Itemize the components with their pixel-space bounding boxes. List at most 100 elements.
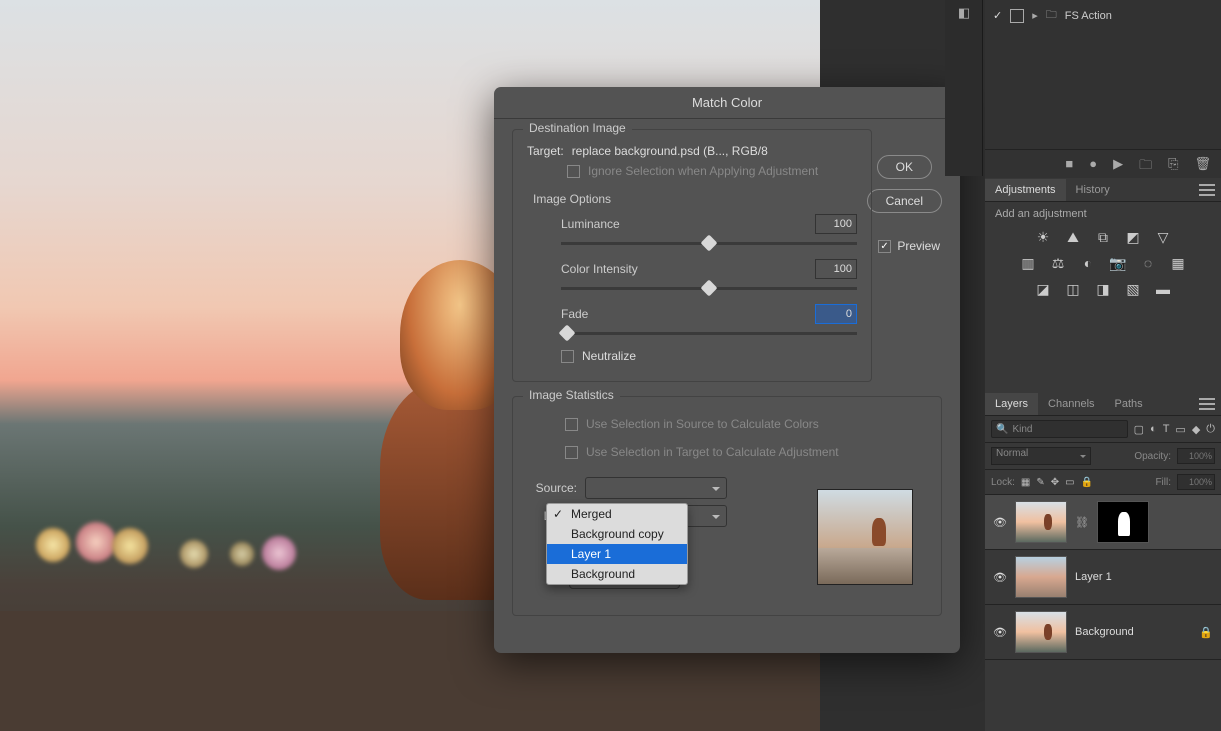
source-dropdown[interactable]	[585, 477, 727, 499]
tab-layers[interactable]: Layers	[985, 393, 1038, 415]
intensity-label: Color Intensity	[561, 262, 651, 276]
filter-type-icon[interactable]: T	[1163, 423, 1170, 436]
target-label: Target:	[527, 144, 564, 158]
balance-icon[interactable]: ⚖	[1049, 254, 1067, 272]
layer-thumbnail[interactable]	[1015, 501, 1067, 543]
ok-button[interactable]: OK	[877, 155, 932, 179]
luminance-input[interactable]	[815, 214, 857, 234]
folder-icon: 🗀	[1046, 6, 1057, 25]
stats-legend: Image Statistics	[523, 388, 620, 402]
lock-paint-icon[interactable]: ✎	[1036, 477, 1044, 488]
blend-mode-select[interactable]: Normal	[991, 447, 1091, 465]
lock-all-icon[interactable]: 🔒	[1081, 477, 1093, 488]
fill-label: Fill:	[1155, 477, 1171, 488]
tab-paths[interactable]: Paths	[1105, 393, 1153, 415]
dropdown-item-background[interactable]: Background	[547, 564, 687, 584]
lock-pos-icon[interactable]: ✥	[1051, 477, 1059, 488]
layer-kind-filter[interactable]: 🔍 Kind	[991, 420, 1128, 438]
ignore-selection-checkbox	[567, 165, 580, 178]
mask-thumbnail[interactable]	[1097, 501, 1149, 543]
layer-thumbnail[interactable]	[1015, 611, 1067, 653]
luminance-slider[interactable]	[561, 242, 857, 245]
layer-row[interactable]: 👁 Layer 1	[985, 550, 1221, 605]
right-panels: ✓ ▸ 🗀 FS Action ■ ● ▶ 🗀 ⎘ 🗑 Adjustments …	[985, 0, 1221, 731]
chevron-right-icon: ▸	[1032, 9, 1038, 22]
use-source-label: Use Selection in Source to Calculate Col…	[586, 417, 819, 431]
lock-label: Lock:	[991, 477, 1015, 488]
brightness-icon[interactable]: ☀	[1034, 228, 1052, 246]
link-icon[interactable]: ⛓	[1075, 516, 1089, 529]
layer-row[interactable]: 👁 ⛓	[985, 495, 1221, 550]
neutralize-label: Neutralize	[582, 349, 636, 363]
bw-icon[interactable]: ◐	[1079, 254, 1097, 272]
vibrance-icon[interactable]: ▽	[1154, 228, 1172, 246]
stop-icon[interactable]: ■	[1065, 156, 1073, 178]
new-icon[interactable]: ⎘	[1168, 156, 1178, 178]
use-target-checkbox	[565, 446, 578, 459]
preview-label: Preview	[897, 239, 940, 253]
invert-icon[interactable]: ◪	[1034, 280, 1052, 298]
panel-menu-icon[interactable]	[1199, 184, 1215, 196]
source-dropdown-menu[interactable]: Merged Background copy Layer 1 Backgroun…	[546, 503, 688, 585]
match-color-dialog: Match Color OK Cancel Preview Destinatio…	[494, 87, 960, 653]
layer-name[interactable]: Layer 1	[1075, 571, 1112, 583]
trash-icon[interactable]: 🗑	[1194, 156, 1211, 178]
intensity-slider[interactable]	[561, 287, 857, 290]
collapsed-panel-strip[interactable]: ◧	[945, 0, 983, 176]
tab-history[interactable]: History	[1066, 179, 1120, 201]
photo-filter-icon[interactable]: 📷	[1109, 254, 1127, 272]
use-source-checkbox	[565, 418, 578, 431]
search-icon: 🔍	[996, 424, 1008, 435]
visibility-toggle[interactable]: 👁	[993, 571, 1007, 584]
layer-row[interactable]: 👁 Background 🔒	[985, 605, 1221, 660]
posterize-icon[interactable]: ◫	[1064, 280, 1082, 298]
filter-pixel-icon[interactable]: ▢	[1134, 423, 1144, 436]
levels-icon[interactable]: ⛰	[1064, 228, 1082, 246]
intensity-input[interactable]	[815, 259, 857, 279]
dropdown-item-background-copy[interactable]: Background copy	[547, 524, 687, 544]
tab-channels[interactable]: Channels	[1038, 393, 1104, 415]
curves-icon[interactable]: ⧉	[1094, 228, 1112, 246]
dropdown-item-layer-1[interactable]: Layer 1	[547, 544, 687, 564]
mixer-icon[interactable]: ◌	[1139, 254, 1157, 272]
exposure-icon[interactable]: ◩	[1124, 228, 1142, 246]
layer-thumbnail[interactable]	[1015, 556, 1067, 598]
tab-adjustments[interactable]: Adjustments	[985, 179, 1066, 201]
preview-checkbox[interactable]	[878, 240, 891, 253]
layer-name[interactable]: Background	[1075, 626, 1134, 638]
dropdown-item-merged[interactable]: Merged	[547, 504, 687, 524]
fade-slider[interactable]	[561, 332, 857, 335]
snapshot-icon[interactable]	[1010, 9, 1024, 23]
fade-input[interactable]	[815, 304, 857, 324]
destination-legend: Destination Image	[523, 121, 632, 135]
opacity-input[interactable]	[1177, 448, 1215, 464]
fade-label: Fade	[561, 307, 651, 321]
visibility-toggle[interactable]: 👁	[993, 516, 1007, 529]
neutralize-checkbox[interactable]	[561, 350, 574, 363]
layers-menu-icon[interactable]	[1199, 398, 1215, 410]
lock-trans-icon[interactable]: ▦	[1021, 477, 1030, 488]
hue-icon[interactable]: ▥	[1019, 254, 1037, 272]
filter-toggle-icon[interactable]: ⏻	[1206, 423, 1215, 436]
record-icon[interactable]: ●	[1089, 156, 1097, 178]
lock-artboard-icon[interactable]: ▭	[1065, 477, 1074, 488]
visibility-toggle[interactable]: 👁	[993, 626, 1007, 639]
source-preview-thumbnail	[817, 489, 913, 585]
filter-shape-icon[interactable]: ▭	[1175, 423, 1185, 436]
threshold-icon[interactable]: ◨	[1094, 280, 1112, 298]
ignore-selection-label: Ignore Selection when Applying Adjustmen…	[588, 164, 818, 178]
folder-new-icon[interactable]: 🗀	[1139, 156, 1152, 178]
selective-icon[interactable]: ▧	[1124, 280, 1142, 298]
panel-icon[interactable]: ◧	[945, 0, 983, 26]
gradient-map-icon[interactable]: ▬	[1154, 280, 1172, 298]
history-action-name[interactable]: FS Action	[1065, 10, 1112, 22]
image-options-legend: Image Options	[527, 192, 857, 206]
fill-input[interactable]	[1177, 474, 1215, 490]
opacity-label: Opacity:	[1134, 451, 1171, 462]
lut-icon[interactable]: ▦	[1169, 254, 1187, 272]
filter-adjust-icon[interactable]: ◐	[1150, 423, 1157, 436]
play-icon[interactable]: ▶	[1113, 156, 1123, 178]
filter-smart-icon[interactable]: ◆	[1192, 423, 1200, 436]
cancel-button[interactable]: Cancel	[867, 189, 942, 213]
use-target-label: Use Selection in Target to Calculate Adj…	[586, 445, 839, 459]
